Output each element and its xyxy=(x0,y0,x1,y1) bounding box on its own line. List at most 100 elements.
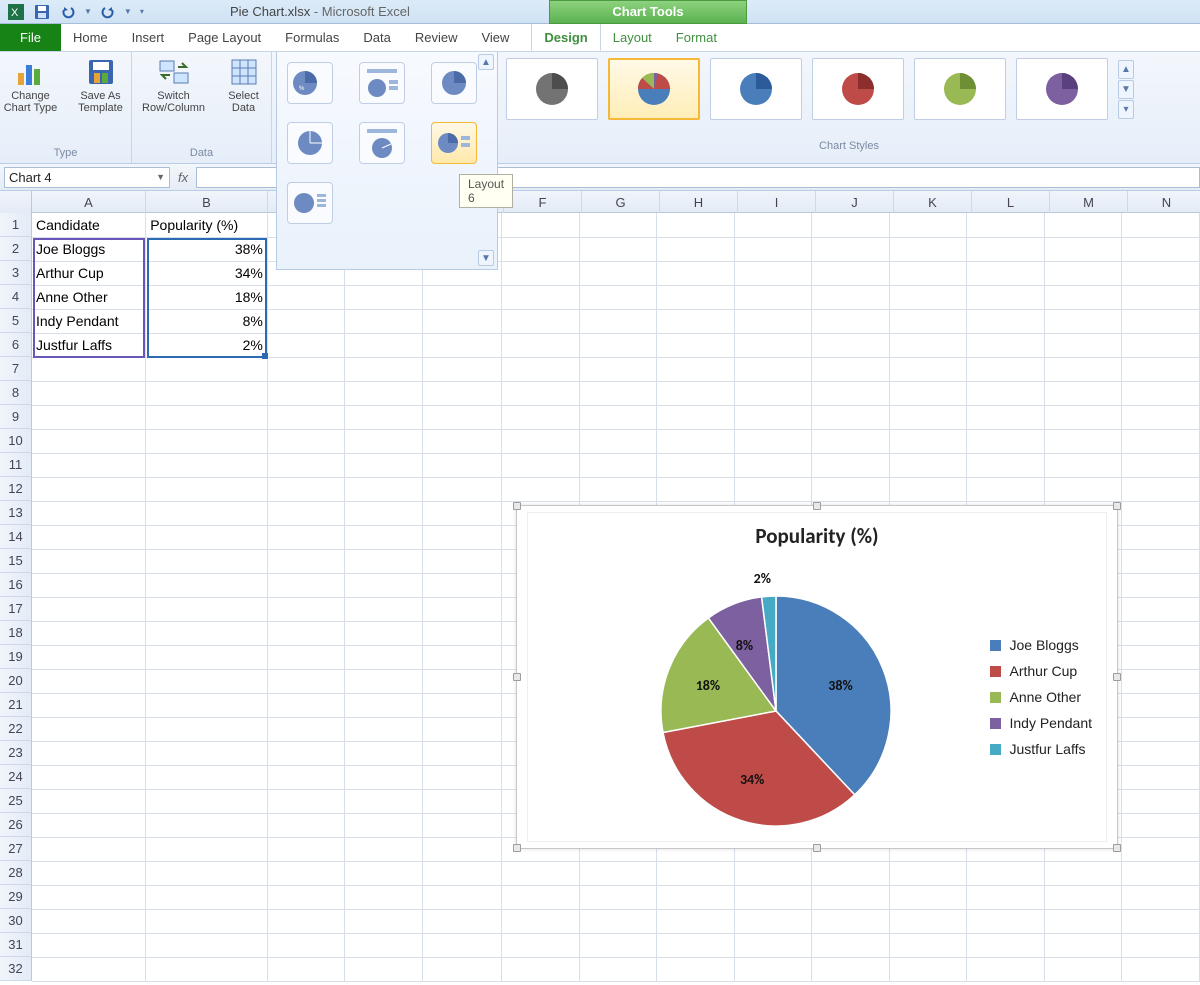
cell-D32[interactable] xyxy=(345,957,423,981)
col-header-M[interactable]: M xyxy=(1050,191,1128,213)
cell-C27[interactable] xyxy=(267,837,345,861)
cell-A12[interactable] xyxy=(32,477,146,501)
cell-C12[interactable] xyxy=(267,477,345,501)
cell-I30[interactable] xyxy=(734,909,812,933)
col-header-N[interactable]: N xyxy=(1128,191,1200,213)
cell-N3[interactable] xyxy=(1122,261,1200,285)
cell-H31[interactable] xyxy=(657,933,735,957)
select-all-corner[interactable] xyxy=(0,191,32,213)
cell-D17[interactable] xyxy=(345,597,423,621)
cell-F4[interactable] xyxy=(502,285,580,309)
cell-D19[interactable] xyxy=(345,645,423,669)
resize-handle[interactable] xyxy=(1113,844,1121,852)
row-header-32[interactable]: 32 xyxy=(0,957,32,981)
cell-H5[interactable] xyxy=(657,309,735,333)
row-header-5[interactable]: 5 xyxy=(0,309,32,333)
cell-B10[interactable] xyxy=(146,429,268,453)
cell-K29[interactable] xyxy=(889,885,967,909)
cell-J30[interactable] xyxy=(812,909,890,933)
cell-E8[interactable] xyxy=(422,381,501,405)
col-header-H[interactable]: H xyxy=(660,191,738,213)
cell-B22[interactable] xyxy=(146,717,268,741)
cell-A28[interactable] xyxy=(32,861,146,885)
cell-C24[interactable] xyxy=(267,765,345,789)
chart-style-6[interactable] xyxy=(1016,58,1108,120)
chart-style-5[interactable] xyxy=(914,58,1006,120)
row-header-14[interactable]: 14 xyxy=(0,525,32,549)
cell-A8[interactable] xyxy=(32,381,146,405)
cell-F1[interactable] xyxy=(502,213,580,237)
chart-title[interactable]: Popularity (%) xyxy=(528,523,1106,549)
row-header-2[interactable]: 2 xyxy=(0,237,32,261)
switch-row-column-button[interactable]: Switch Row/Column xyxy=(135,54,213,114)
row-header-31[interactable]: 31 xyxy=(0,933,32,957)
cell-I6[interactable] xyxy=(734,333,812,357)
cell-I28[interactable] xyxy=(734,861,812,885)
legend-item[interactable]: Anne Other xyxy=(990,689,1092,705)
col-header-I[interactable]: I xyxy=(738,191,816,213)
layout-option-7[interactable] xyxy=(287,182,333,224)
tab-view[interactable]: View xyxy=(469,23,521,51)
cell-L3[interactable] xyxy=(967,261,1045,285)
cell-B8[interactable] xyxy=(146,381,268,405)
cell-C20[interactable] xyxy=(267,669,345,693)
cell-A9[interactable] xyxy=(32,405,146,429)
col-header-A[interactable]: A xyxy=(32,191,146,213)
cell-G12[interactable] xyxy=(579,477,657,501)
row-header-18[interactable]: 18 xyxy=(0,621,32,645)
cell-A32[interactable] xyxy=(32,957,146,981)
cell-H7[interactable] xyxy=(657,357,735,381)
cell-K28[interactable] xyxy=(889,861,967,885)
cell-C7[interactable] xyxy=(267,357,345,381)
resize-handle[interactable] xyxy=(813,844,821,852)
cell-N19[interactable] xyxy=(1122,645,1200,669)
cell-A23[interactable] xyxy=(32,741,146,765)
layout-option-6[interactable] xyxy=(431,122,477,164)
cell-G6[interactable] xyxy=(579,333,657,357)
cell-I7[interactable] xyxy=(734,357,812,381)
cell-D6[interactable] xyxy=(345,333,423,357)
cell-B25[interactable] xyxy=(146,789,268,813)
cell-H3[interactable] xyxy=(657,261,735,285)
cell-I1[interactable] xyxy=(734,213,812,237)
cell-C6[interactable] xyxy=(267,333,345,357)
cell-A1[interactable]: Candidate xyxy=(32,213,146,237)
cell-B9[interactable] xyxy=(146,405,268,429)
layout-option-1[interactable]: % xyxy=(287,62,333,104)
cell-D31[interactable] xyxy=(345,933,423,957)
cell-K8[interactable] xyxy=(889,381,967,405)
cell-C22[interactable] xyxy=(267,717,345,741)
cell-I9[interactable] xyxy=(734,405,812,429)
cell-L28[interactable] xyxy=(967,861,1045,885)
cell-A7[interactable] xyxy=(32,357,146,381)
excel-icon[interactable]: X xyxy=(6,2,26,22)
cell-A19[interactable] xyxy=(32,645,146,669)
cell-E27[interactable] xyxy=(422,837,501,861)
cell-E23[interactable] xyxy=(422,741,501,765)
cell-M32[interactable] xyxy=(1044,957,1122,981)
tab-insert[interactable]: Insert xyxy=(120,23,177,51)
cell-L12[interactable] xyxy=(967,477,1045,501)
layout-option-5[interactable] xyxy=(359,122,405,164)
cell-C31[interactable] xyxy=(267,933,345,957)
cell-A31[interactable] xyxy=(32,933,146,957)
legend-item[interactable]: Justfur Laffs xyxy=(990,741,1092,757)
resize-handle[interactable] xyxy=(513,673,521,681)
save-icon[interactable] xyxy=(32,2,52,22)
cell-L8[interactable] xyxy=(967,381,1045,405)
row-header-13[interactable]: 13 xyxy=(0,501,32,525)
cell-F30[interactable] xyxy=(502,909,580,933)
cell-N10[interactable] xyxy=(1122,429,1200,453)
cell-K4[interactable] xyxy=(889,285,967,309)
cell-F7[interactable] xyxy=(502,357,580,381)
cell-N27[interactable] xyxy=(1122,837,1200,861)
row-header-17[interactable]: 17 xyxy=(0,597,32,621)
cell-D20[interactable] xyxy=(345,669,423,693)
cell-B14[interactable] xyxy=(146,525,268,549)
cell-F5[interactable] xyxy=(502,309,580,333)
cell-M30[interactable] xyxy=(1044,909,1122,933)
row-header-23[interactable]: 23 xyxy=(0,741,32,765)
cell-A15[interactable] xyxy=(32,549,146,573)
cell-C23[interactable] xyxy=(267,741,345,765)
row-header-8[interactable]: 8 xyxy=(0,381,32,405)
